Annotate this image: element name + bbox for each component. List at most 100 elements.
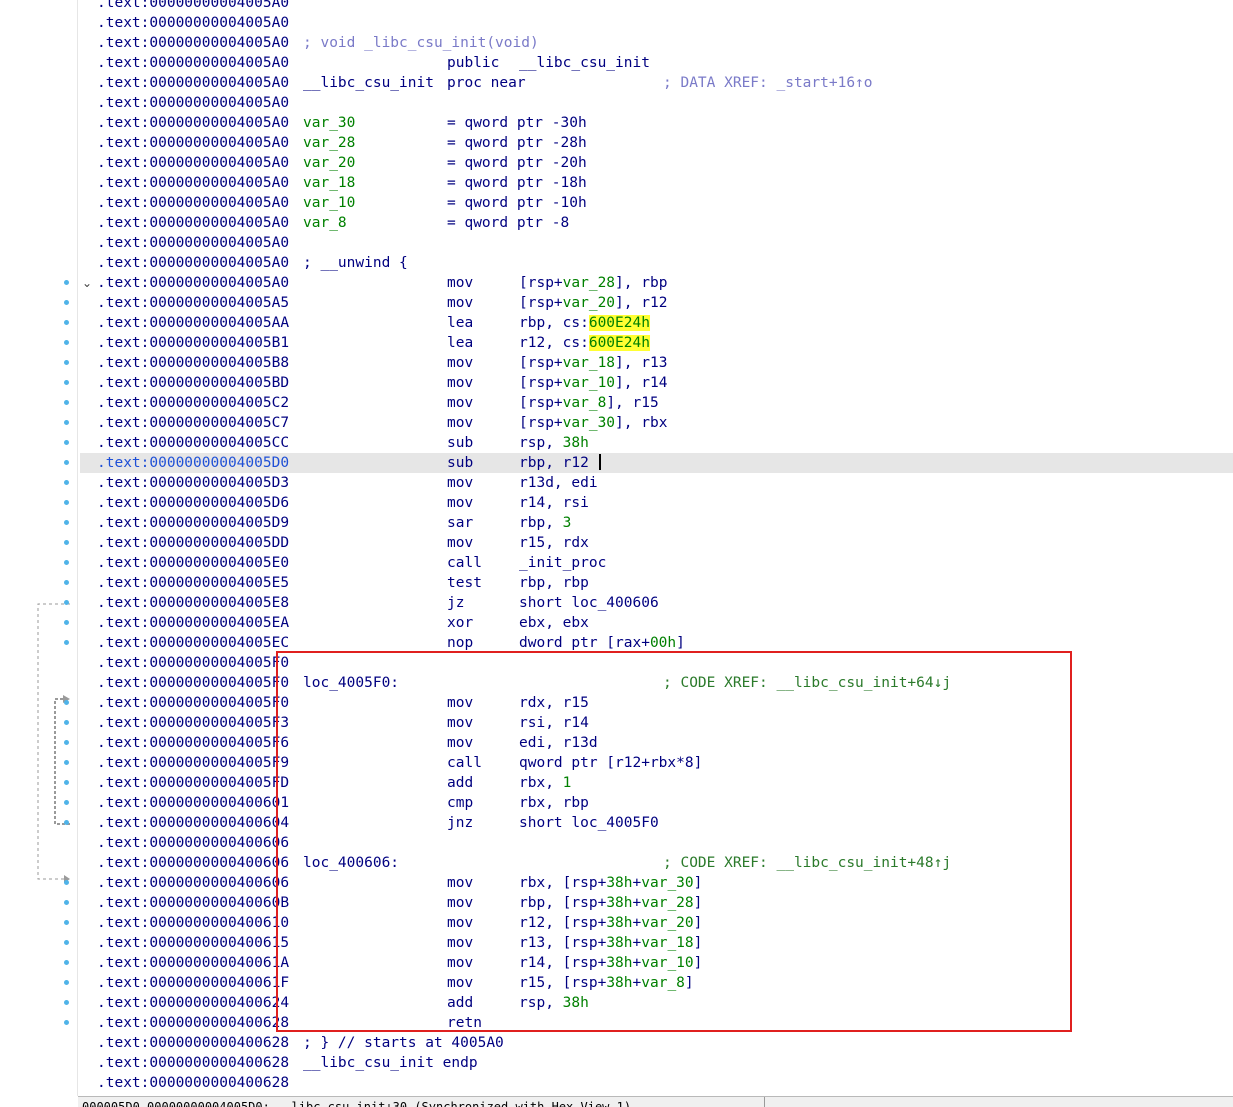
listing-row[interactable]: .text:00000000004005AA lea rbp, cs:600E24h <box>80 313 1233 333</box>
address: .text:0000000000400628 <box>97 1035 290 1051</box>
mnemonic: proc near <box>447 75 526 91</box>
listing-row[interactable]: .text:00000000004005D9 sar rbp, 3 <box>80 513 1233 533</box>
mnemonic: public <box>447 55 500 71</box>
mnemonic: lea <box>447 335 474 351</box>
label: ; __unwind { <box>303 255 408 271</box>
label: var_8 <box>303 215 347 231</box>
comment: ; DATA XREF: _start+16↑o <box>663 75 873 91</box>
operands: r15, rdx <box>519 533 589 553</box>
mnemonic: sar <box>447 515 474 531</box>
address: .text:00000000004005A0 <box>97 175 290 191</box>
listing-row[interactable]: .text:00000000004005D3 mov r13d, edi <box>80 473 1233 493</box>
annotation-box <box>276 651 1072 1032</box>
listing-row[interactable]: .text:00000000004005BD mov [rsp+var_10], r… <box>80 373 1233 393</box>
listing-row[interactable]: .text:00000000004005A0 var_30 = qword ptr … <box>80 113 1233 133</box>
address: .text:00000000004005F3 <box>97 715 290 731</box>
listing-row[interactable]: .text:00000000004005D6 mov r14, rsi <box>80 493 1233 513</box>
operands: [rsp+var_10], r14 <box>519 373 667 393</box>
address: .text:00000000004005A0 <box>97 15 290 31</box>
listing-row[interactable]: .text:00000000004005A0 var_20 = qword ptr … <box>80 153 1233 173</box>
mnemonic: = qword ptr -8 <box>447 215 570 231</box>
mnemonic: sub <box>447 435 474 451</box>
listing-row[interactable]: .text:00000000004005A0 <box>80 13 1233 33</box>
address: .text:00000000004005CC <box>97 435 290 451</box>
listing-row[interactable]: .text:00000000004005B8 mov [rsp+var_18], r… <box>80 353 1233 373</box>
address: .text:00000000004005A0 <box>97 75 290 91</box>
operand-token: ], rbx <box>615 415 668 431</box>
address: .text:00000000004005DD <box>97 535 290 551</box>
mnemonic: mov <box>447 395 474 411</box>
mnemonic: sub <box>447 455 474 471</box>
listing-row[interactable]: .text:00000000004005E5 test rbp, rbp <box>80 573 1233 593</box>
address: .text:00000000004005EA <box>97 615 290 631</box>
operands: __libc_csu_init <box>519 53 650 73</box>
address: .text:00000000004005F0 <box>97 655 290 671</box>
listing-row[interactable]: .text:00000000004005DD mov r15, rdx <box>80 533 1233 553</box>
listing-row[interactable]: .text:00000000004005A5 mov [rsp+var_20], r… <box>80 293 1233 313</box>
listing-row[interactable]: .text:00000000004005A0 <box>80 93 1233 113</box>
operand-token: ], r15 <box>606 395 659 411</box>
listing-row[interactable]: .text:00000000004005EA xor ebx, ebx <box>80 613 1233 633</box>
listing-row[interactable]: .text:00000000004005B1 lea r12, cs:600E24h <box>80 333 1233 353</box>
mnemonic: mov <box>447 475 474 491</box>
listing-row[interactable]: .text:00000000004005A0 ; void _libc_csu_i… <box>80 33 1233 53</box>
address: .text:00000000004005E8 <box>97 595 290 611</box>
address: .text:00000000004005C2 <box>97 395 290 411</box>
mnemonic: mov <box>447 535 474 551</box>
mnemonic: mov <box>447 295 474 311</box>
operand-token: ], r14 <box>615 375 668 391</box>
address: .text:00000000004005F6 <box>97 735 290 751</box>
listing-row[interactable]: .text:00000000004005A0 var_18 = qword ptr … <box>80 173 1233 193</box>
operand-token: ; void _libc_csu_init(void) <box>303 35 539 51</box>
address: .text:000000000040061A <box>97 955 290 971</box>
listing-row[interactable]: .text:00000000004005C2 mov [rsp+var_8], r1… <box>80 393 1233 413</box>
listing-row[interactable]: .text:00000000004005CC sub rsp, 38h <box>80 433 1233 453</box>
mnemonic: mov <box>447 415 474 431</box>
address: .text:000000000040061F <box>97 975 290 991</box>
operand-token: short loc_400606 <box>519 595 659 611</box>
listing-row[interactable]: .text:0000000000400628 <box>80 1073 1233 1093</box>
address: .text:00000000004005E5 <box>97 575 290 591</box>
operand-token: 3 <box>562 515 572 531</box>
listing-row[interactable]: .text:0000000000400628 ; } // starts at 4… <box>80 1033 1233 1053</box>
listing-row[interactable]: .text:00000000004005A0 public __libc_csu_i… <box>80 53 1233 73</box>
label: __libc_csu_init endp <box>303 1055 478 1071</box>
listing-row[interactable]: .text:00000000004005A0 <box>80 0 1233 13</box>
address: .text:00000000004005B8 <box>97 355 290 371</box>
listing-row[interactable]: .text:00000000004005E8 jz short loc_400606 <box>80 593 1233 613</box>
operands: rsp, 38h <box>519 433 589 453</box>
listing-row[interactable]: .text:00000000004005A0 ; __unwind { <box>80 253 1233 273</box>
address: .text:00000000004005A0 <box>97 235 290 251</box>
mnemonic: call <box>447 555 482 571</box>
label: var_20 <box>303 155 356 171</box>
listing-row[interactable]: .text:00000000004005EC nop dword ptr [rax+… <box>80 633 1233 653</box>
listing-row[interactable]: .text:00000000004005C7 mov [rsp+var_30], r… <box>80 413 1233 433</box>
listing-row[interactable]: .text:0000000000400628 __libc_csu_init en… <box>80 1053 1233 1073</box>
mnemonic: mov <box>447 275 474 291</box>
listing-row[interactable]: .text:00000000004005A0 var_8 = qword ptr -… <box>80 213 1233 233</box>
listing-row[interactable]: .text:00000000004005A0 var_10 = qword ptr … <box>80 193 1233 213</box>
operand-token: [rsp+ <box>519 395 563 411</box>
listing-row[interactable]: .text:00000000004005E0 call _init_proc <box>80 553 1233 573</box>
listing-row[interactable]: .text:00000000004005A0 __libc_csu_init pro… <box>80 73 1233 93</box>
listing-row[interactable]: .text:00000000004005A0 var_28 = qword ptr … <box>80 133 1233 153</box>
operands: [rsp+var_18], r13 <box>519 353 667 373</box>
listing-row[interactable]: .text:00000000004005D0 sub rbp, r12 <box>80 453 1233 473</box>
operand-token: [rsp+ <box>519 375 563 391</box>
operand-token: r14, rsi <box>519 495 589 511</box>
operand-token: ] <box>676 635 685 651</box>
operand-token: _init_proc <box>519 555 607 571</box>
address: .text:00000000004005D3 <box>97 475 290 491</box>
listing-row[interactable]: .text:00000000004005A0 mov [rsp+var_28], r… <box>80 273 1233 293</box>
operands: _init_proc <box>519 553 606 573</box>
operand-token: r15, rdx <box>519 535 589 551</box>
address: .text:0000000000400615 <box>97 935 290 951</box>
address: .text:00000000004005A0 <box>97 195 290 211</box>
operand-token: 38h <box>562 435 589 451</box>
operand-token: rbp, <box>519 515 563 531</box>
operands: r14, rsi <box>519 493 589 513</box>
operand-token: dword ptr [rax+ <box>519 635 650 651</box>
mnemonic: = qword ptr -20h <box>447 155 587 171</box>
listing-row[interactable]: .text:00000000004005A0 <box>80 233 1233 253</box>
address: .text:00000000004005A0 <box>97 135 290 151</box>
